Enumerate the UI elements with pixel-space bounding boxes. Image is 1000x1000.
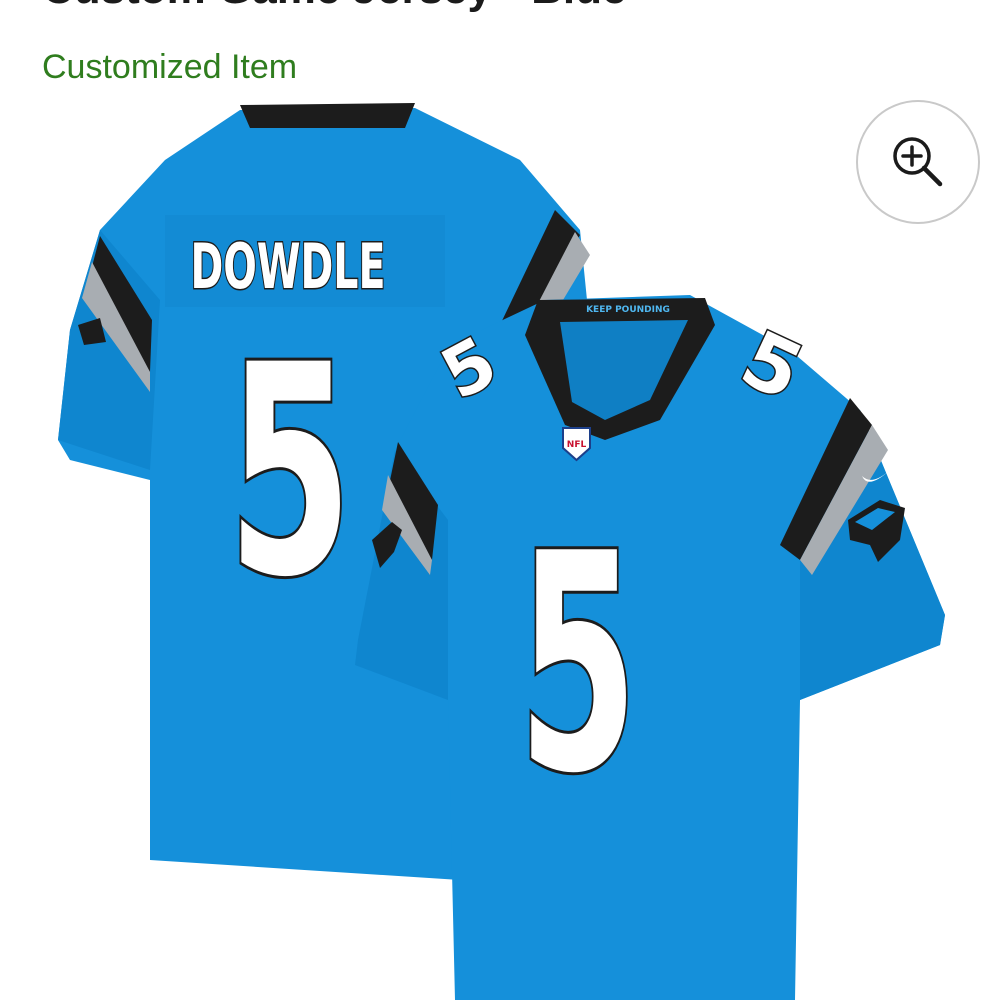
collar-text: KEEP POUNDING [586, 305, 670, 315]
jersey-back-number: 5 [228, 304, 353, 641]
jersey-front-number: 5 [518, 490, 638, 839]
jersey-front: KEEP POUNDING NFL 5 5 5 [355, 295, 945, 1000]
product-image[interactable]: DOWDLE 5 KEEP POUNDING NFL 5 5 5 [0, 90, 1000, 1000]
nfl-crest-text: NFL [567, 440, 587, 450]
jersey-back-name: DOWDLE [191, 230, 386, 303]
product-title: Custom Game Jersey - Blue [42, 0, 626, 14]
customized-item-label: Customized Item [42, 48, 298, 86]
